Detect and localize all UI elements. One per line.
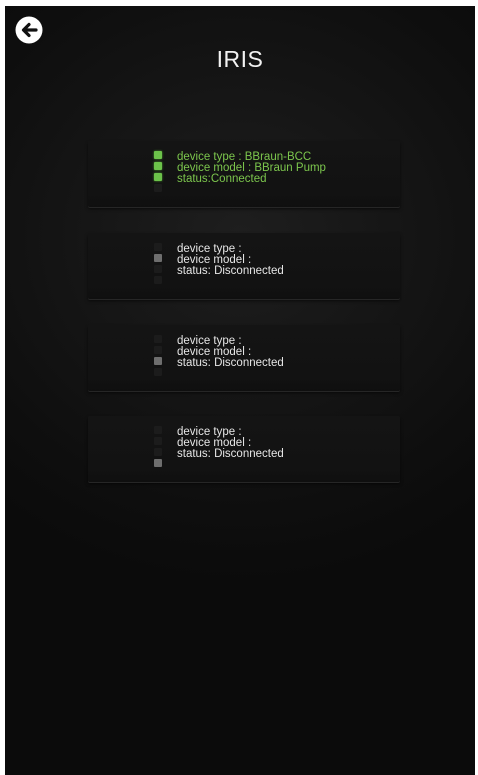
status-led: [154, 368, 162, 376]
status-led: [154, 162, 162, 170]
device-card-1[interactable]: device type : BBraun-BCC device model : …: [88, 141, 400, 207]
status-led: [154, 357, 162, 365]
device-info: device type : device model : status: Dis…: [177, 335, 284, 369]
status-led-column: [154, 426, 163, 470]
device-info: device type : device model : status: Dis…: [177, 426, 284, 460]
status-led-column: [154, 151, 163, 195]
device-info: device type : device model : status: Dis…: [177, 243, 284, 277]
device-card-3[interactable]: device type : device model : status: Dis…: [88, 325, 400, 391]
status-led: [154, 426, 162, 434]
device-info: device type : BBraun-BCC device model : …: [177, 151, 326, 185]
status-led: [154, 335, 162, 343]
status-led: [154, 276, 162, 284]
device-card-4[interactable]: device type : device model : status: Dis…: [88, 416, 400, 482]
device-status-label: status: Disconnected: [177, 448, 284, 460]
status-led-column: [154, 243, 163, 287]
status-led: [154, 448, 162, 456]
status-led: [154, 437, 162, 445]
status-led: [154, 173, 162, 181]
device-status-label: status: Disconnected: [177, 357, 284, 369]
device-status-label: status:Connected: [177, 173, 267, 185]
arrow-left-circle-icon: [15, 16, 43, 44]
status-led: [154, 243, 162, 251]
status-led: [154, 151, 162, 159]
status-led: [154, 254, 162, 262]
status-led-column: [154, 335, 163, 379]
app-screen: IRIS device type : BBraun-BCC device mod…: [5, 6, 475, 775]
back-button[interactable]: [14, 15, 44, 45]
status-led: [154, 265, 162, 273]
page-title: IRIS: [216, 46, 264, 72]
status-led: [154, 184, 162, 192]
status-led: [154, 459, 162, 467]
status-led: [154, 346, 162, 354]
device-card-2[interactable]: device type : device model : status: Dis…: [88, 233, 400, 299]
device-status-label: status: Disconnected: [177, 265, 284, 277]
